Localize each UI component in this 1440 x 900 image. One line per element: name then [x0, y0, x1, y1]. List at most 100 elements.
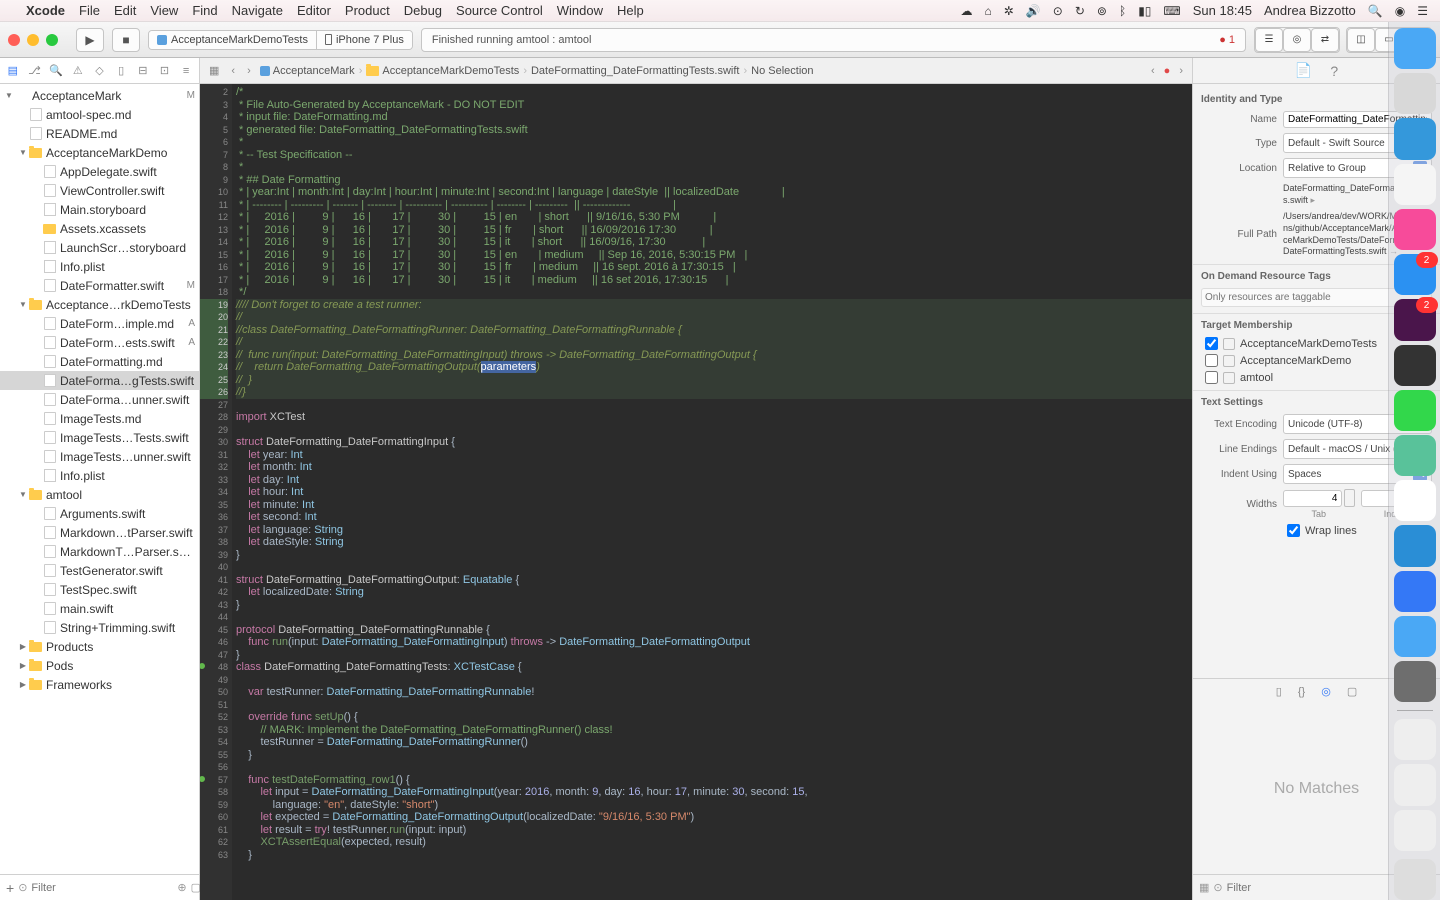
tree-row[interactable]: DateFormatter.swiftM — [0, 276, 199, 295]
tree-row[interactable]: ImageTests.md — [0, 409, 199, 428]
find-navigator-tab[interactable]: ⚠ — [71, 64, 85, 78]
prev-issue-button[interactable]: ‹ — [1148, 65, 1158, 77]
jump-bar-segment[interactable]: AcceptanceMarkDemoTests — [366, 65, 519, 77]
report-navigator-tab[interactable]: ≡ — [179, 64, 193, 78]
dock-atom-icon[interactable] — [1394, 435, 1436, 476]
source-editor[interactable]: 2345678910111213141516171819202122232425… — [200, 84, 1192, 900]
volume-icon[interactable]: 🔊 — [1026, 4, 1041, 18]
file-templates-tab[interactable]: ▯ — [1276, 685, 1282, 698]
window-minimize-button[interactable] — [27, 34, 39, 46]
wifi-icon[interactable]: ⊚ — [1097, 4, 1107, 18]
disclosure-triangle-icon[interactable]: ▶ — [18, 680, 28, 689]
dock-preview-icon[interactable] — [1394, 661, 1436, 702]
status-item-icon[interactable]: ☁ — [961, 4, 973, 18]
tab-width-stepper[interactable] — [1344, 489, 1354, 507]
dock-macdown-icon[interactable] — [1394, 571, 1436, 612]
library-view-mode-button[interactable]: ▦ — [1199, 881, 1209, 894]
toggle-navigator-button[interactable]: ◫ — [1347, 28, 1375, 52]
menu-editor[interactable]: Editor — [297, 3, 331, 18]
app-menu[interactable]: Xcode — [26, 3, 65, 18]
tree-row[interactable]: Assets.xcassets — [0, 219, 199, 238]
disclosure-triangle-icon[interactable]: ▶ — [18, 661, 28, 670]
status-item-icon[interactable]: ⌂ — [985, 4, 992, 18]
tree-row[interactable]: ImageTests…Tests.swift — [0, 428, 199, 447]
tree-row[interactable]: Main.storyboard — [0, 200, 199, 219]
bluetooth-icon[interactable]: ᛒ — [1119, 4, 1126, 18]
tree-row[interactable]: ▶Products — [0, 637, 199, 656]
tree-row[interactable]: ▶Pods — [0, 656, 199, 675]
disclosure-triangle-icon[interactable]: ▼ — [18, 300, 28, 309]
related-items-button[interactable]: ▦ — [206, 64, 222, 77]
tree-row[interactable]: ▼AcceptanceMarkM — [0, 86, 199, 105]
issue-badge-icon[interactable]: ● — [1164, 65, 1171, 77]
spotlight-icon[interactable]: 🔍 — [1368, 4, 1383, 18]
tree-row[interactable]: ImageTests…unner.swift — [0, 447, 199, 466]
navigator-filter-input[interactable] — [31, 882, 173, 894]
tree-row[interactable]: ▼amtool — [0, 485, 199, 504]
tree-row[interactable]: LaunchScr…storyboard — [0, 238, 199, 257]
window-close-button[interactable] — [8, 34, 20, 46]
tree-row[interactable]: amtool-spec.md — [0, 105, 199, 124]
project-navigator-tab[interactable]: ▤ — [6, 64, 20, 78]
media-library-tab[interactable]: ▢ — [1347, 685, 1357, 698]
code-snippets-tab[interactable]: {} — [1298, 686, 1305, 698]
menu-source-control[interactable]: Source Control — [456, 3, 543, 18]
status-item-icon[interactable]: ✲ — [1004, 4, 1014, 18]
source-control-navigator-tab[interactable]: ⎇ — [28, 64, 42, 78]
add-button[interactable]: + — [6, 880, 14, 896]
jump-bar-segment[interactable]: AcceptanceMark — [260, 65, 355, 77]
issue-navigator-tab[interactable]: ◇ — [93, 64, 107, 78]
tree-row[interactable]: Markdown…tParser.swift — [0, 523, 199, 542]
menubar-user[interactable]: Andrea Bizzotto — [1264, 3, 1356, 18]
menu-find[interactable]: Find — [192, 3, 217, 18]
breakpoint-navigator-tab[interactable]: ⊡ — [158, 64, 172, 78]
menubar-clock[interactable]: Sun 18:45 — [1193, 3, 1252, 18]
quick-help-tab[interactable]: ? — [1330, 63, 1338, 79]
dock-file-icon[interactable] — [1394, 719, 1436, 760]
siri-icon[interactable]: ◉ — [1395, 4, 1405, 18]
assistant-editor-button[interactable]: ◎ — [1283, 28, 1311, 52]
menu-file[interactable]: File — [79, 3, 100, 18]
disclosure-triangle-icon[interactable]: ▼ — [18, 148, 28, 157]
tree-row[interactable]: DateFormatting.md — [0, 352, 199, 371]
dock-itunes-icon[interactable] — [1394, 209, 1436, 250]
jump-bar-segment[interactable]: No Selection — [751, 65, 813, 77]
window-maximize-button[interactable] — [46, 34, 58, 46]
tree-row[interactable]: String+Trimming.swift — [0, 618, 199, 637]
code-content[interactable]: /* * File Auto-Generated by AcceptanceMa… — [232, 84, 1192, 900]
dock-file-icon[interactable] — [1394, 764, 1436, 805]
tree-row[interactable]: DateForm…ests.swiftA — [0, 333, 199, 352]
project-tree[interactable]: ▼AcceptanceMarkMamtool-spec.mdREADME.md▼… — [0, 84, 199, 874]
tab-width-field[interactable] — [1283, 490, 1342, 507]
dock-launchpad-icon[interactable] — [1394, 73, 1436, 114]
tree-row[interactable]: main.swift — [0, 599, 199, 618]
dock-numbers-icon[interactable] — [1394, 390, 1436, 431]
tree-row[interactable]: TestSpec.swift — [0, 580, 199, 599]
folder-picker-icon[interactable]: ▸ — [1311, 195, 1316, 205]
tree-row[interactable]: DateForma…unner.swift — [0, 390, 199, 409]
menu-product[interactable]: Product — [345, 3, 390, 18]
timemachine-icon[interactable]: ↻ — [1075, 4, 1085, 18]
tree-row[interactable]: ▼Acceptance…rkDemoTests — [0, 295, 199, 314]
forward-button[interactable]: › — [244, 65, 254, 77]
dock-trello-icon[interactable] — [1394, 525, 1436, 566]
recent-filter-button[interactable]: ⊕ — [177, 881, 186, 894]
tree-row[interactable]: TestGenerator.swift — [0, 561, 199, 580]
symbol-navigator-tab[interactable]: 🔍 — [49, 64, 63, 78]
stop-button[interactable]: ■ — [112, 28, 140, 52]
menu-window[interactable]: Window — [557, 3, 603, 18]
version-editor-button[interactable]: ⇄ — [1311, 28, 1339, 52]
file-inspector-tab[interactable]: 📄 — [1295, 62, 1312, 79]
test-navigator-tab[interactable]: ▯ — [114, 64, 128, 78]
error-indicator[interactable]: ● 1 — [1219, 34, 1235, 46]
activity-viewer[interactable]: Finished running amtool : amtool ● 1 — [421, 28, 1246, 52]
dock-finder-icon[interactable] — [1394, 28, 1436, 69]
tree-row[interactable]: DateForma…gTests.swift — [0, 371, 199, 390]
tree-row[interactable]: AppDelegate.swift — [0, 162, 199, 181]
tree-row[interactable]: ▶Frameworks — [0, 675, 199, 694]
dock-terminal-icon[interactable] — [1394, 345, 1436, 386]
back-button[interactable]: ‹ — [228, 65, 238, 77]
status-item-icon[interactable]: ⊙ — [1053, 4, 1063, 18]
dock-xcode-icon[interactable] — [1394, 616, 1436, 657]
menu-help[interactable]: Help — [617, 3, 644, 18]
